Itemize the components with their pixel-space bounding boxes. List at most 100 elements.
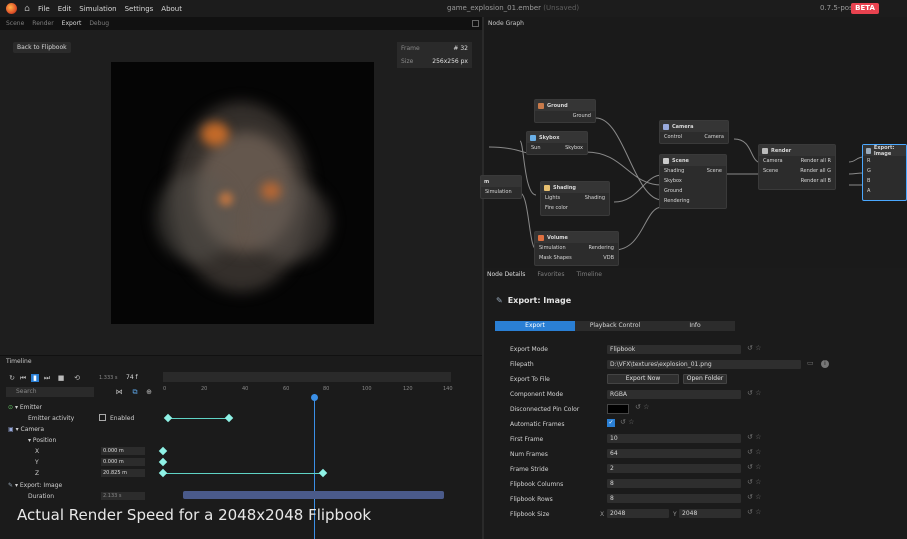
pause-icon[interactable]: ▮: [31, 374, 39, 382]
tab-scene[interactable]: Scene: [6, 20, 24, 27]
tab-favorites[interactable]: Favorites: [537, 271, 564, 278]
flipbook-size-label: Flipbook Size: [510, 511, 550, 518]
link-icon[interactable]: ⧉: [131, 388, 139, 396]
node-graph-panel[interactable]: Node Graph Ground Ground Skybox Sun Skybo…: [480, 17, 907, 268]
export-mode-select[interactable]: Flipbook: [607, 345, 741, 354]
tab-render[interactable]: Render: [32, 20, 53, 27]
keyframe[interactable]: [158, 457, 168, 467]
skip-forward-icon[interactable]: ⏭: [43, 374, 51, 382]
track-emitter[interactable]: ⊙ ▾ Emitter: [8, 404, 42, 411]
scrub-bar[interactable]: [163, 372, 451, 382]
menu-file[interactable]: File: [38, 5, 50, 13]
record-icon[interactable]: ■: [57, 374, 65, 382]
flipbook-size-y-input[interactable]: 2048: [679, 509, 741, 518]
export-icon: ✎: [8, 482, 14, 489]
export-to-file-label: Export To File: [510, 376, 550, 383]
keyframe[interactable]: [158, 446, 168, 456]
track-export-image[interactable]: ✎ ▾ Export: Image: [8, 482, 62, 489]
keyframe[interactable]: [224, 413, 234, 423]
node-pin-label: A: [867, 188, 871, 194]
maximize-icon[interactable]: [472, 20, 479, 27]
keyframe[interactable]: [318, 468, 328, 478]
add-icon[interactable]: ⊕: [145, 388, 153, 396]
reset-icon[interactable]: ↺ ☆: [747, 448, 761, 456]
reset-icon[interactable]: ↺ ☆: [747, 344, 761, 352]
reset-icon[interactable]: ↺ ☆: [747, 478, 761, 486]
reset-icon[interactable]: ↺ ☆: [620, 418, 634, 426]
open-folder-button[interactable]: Open Folder: [683, 374, 727, 384]
reset-icon[interactable]: ↺ ☆: [747, 508, 761, 516]
reset-icon[interactable]: ↺ ☆: [747, 389, 761, 397]
component-mode-select[interactable]: RGBA: [607, 390, 741, 399]
playhead-handle[interactable]: [311, 394, 318, 401]
enabled-checkbox[interactable]: [99, 414, 106, 421]
node-shading[interactable]: Shading Lights Shading Fire color: [540, 181, 610, 216]
back-to-flipbook-button[interactable]: Back to Flipbook: [13, 42, 71, 53]
node-pin-label: Camera: [704, 134, 724, 140]
node-title: Scene: [672, 157, 689, 164]
loop-icon[interactable]: ↻: [8, 374, 16, 382]
tab-node-details[interactable]: Node Details: [487, 271, 525, 278]
duration-bar[interactable]: [183, 491, 444, 499]
subtab-info[interactable]: Info: [655, 321, 735, 331]
subtab-playback-control[interactable]: Playback Control: [575, 321, 655, 331]
tick-label: 140: [443, 386, 453, 392]
filter-icon[interactable]: ⋈: [115, 388, 123, 396]
tab-timeline[interactable]: Timeline: [576, 271, 602, 278]
x-value-field[interactable]: 0.000 m: [101, 447, 145, 455]
menu-about[interactable]: About: [161, 5, 182, 13]
track-camera[interactable]: ▣ ▾ Camera: [8, 426, 44, 433]
node-render[interactable]: Render Camera Render all R Scene Render al…: [758, 144, 836, 190]
node-pin-label: Camera: [763, 158, 783, 164]
color-swatch[interactable]: [607, 404, 629, 414]
home-icon[interactable]: ⌂: [22, 4, 32, 14]
export-now-button[interactable]: Export Now: [607, 374, 679, 384]
first-frame-label: First Frame: [510, 436, 544, 443]
reset-icon[interactable]: ↺ ☆: [747, 463, 761, 471]
y-value-field[interactable]: 0.000 m: [101, 458, 145, 466]
node-skybox[interactable]: Skybox Sun Skybox: [526, 131, 588, 155]
node-simulation-partial[interactable]: m Simulation: [480, 175, 522, 199]
reset-icon[interactable]: ↺ ☆: [635, 403, 649, 411]
menu-edit[interactable]: Edit: [58, 5, 72, 13]
automatic-frames-checkbox[interactable]: ✓: [607, 419, 615, 427]
keyframe[interactable]: [163, 413, 173, 423]
track-y: Y: [35, 459, 39, 466]
frame-counter[interactable]: 74 f: [126, 374, 138, 381]
flipbook-rows-input[interactable]: 8: [607, 494, 741, 503]
skip-back-icon[interactable]: ⏮: [19, 374, 27, 382]
z-value-field[interactable]: 20.825 m: [101, 469, 145, 477]
tab-export[interactable]: Export: [62, 20, 82, 27]
node-ground[interactable]: Ground Ground: [534, 99, 596, 123]
details-title-text: Export: Image: [507, 296, 572, 305]
filepath-input[interactable]: D:\VFX\textures\explosion_01.png: [607, 360, 801, 369]
flipbook-size-x-input[interactable]: 2048: [607, 509, 669, 518]
first-frame-input[interactable]: 10: [607, 434, 741, 443]
viewport-panel: Back to Flipbook Frame # 32 Size 256x256 p…: [0, 30, 482, 355]
menu-settings[interactable]: Settings: [125, 5, 154, 13]
repeat-icon[interactable]: ⟲: [73, 374, 81, 382]
keyframe[interactable]: [158, 468, 168, 478]
num-frames-input[interactable]: 64: [607, 449, 741, 458]
node-scene[interactable]: Scene Shading Scene Skybox Ground Renderi…: [659, 154, 727, 209]
node-pin-label: Shading: [584, 195, 605, 201]
reset-icon[interactable]: ↺ ☆: [747, 493, 761, 501]
node-camera[interactable]: Camera Control Camera: [659, 120, 729, 144]
subtab-export[interactable]: Export: [495, 321, 575, 331]
flipbook-columns-input[interactable]: 8: [607, 479, 741, 488]
duration-value-field[interactable]: 2.133 s: [101, 492, 145, 500]
app-logo-icon: [6, 3, 17, 14]
tab-debug[interactable]: Debug: [89, 20, 109, 27]
search-input[interactable]: Search: [6, 387, 94, 397]
menu-simulation[interactable]: Simulation: [79, 5, 116, 13]
node-volume[interactable]: Volume Simulation Rendering Mask Shapes VD…: [534, 231, 619, 266]
tick-label: 100: [362, 386, 372, 392]
track-position[interactable]: ▾ Position: [28, 437, 56, 444]
node-export-image[interactable]: Export: Image R G B A: [862, 144, 907, 201]
node-pin-label: Render all R: [800, 158, 831, 164]
folder-icon[interactable]: ▭: [807, 359, 814, 367]
viewport-tabs: Scene Render Export Debug: [6, 20, 117, 27]
reset-icon[interactable]: ↺ ☆: [747, 433, 761, 441]
info-icon[interactable]: i: [821, 360, 829, 368]
frame-stride-input[interactable]: 2: [607, 464, 741, 473]
